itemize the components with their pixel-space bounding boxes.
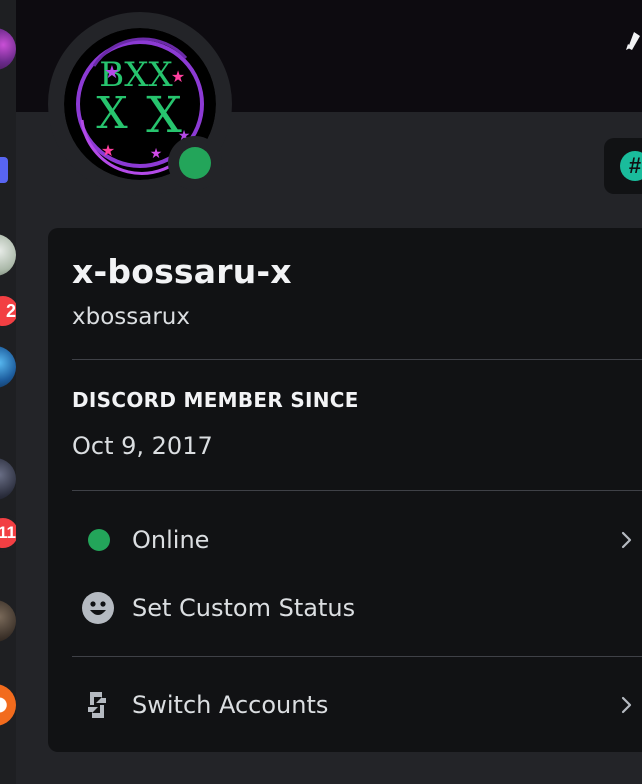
divider <box>72 656 642 657</box>
status-label: Online <box>132 526 210 554</box>
svg-text:X: X <box>96 88 128 139</box>
server-selected-pill <box>0 157 8 183</box>
svg-text:★: ★ <box>171 69 185 86</box>
online-dot-icon <box>88 529 110 551</box>
smiley-icon <box>82 592 114 624</box>
svg-text:★: ★ <box>101 143 115 160</box>
server-notification-badge: 11 <box>0 518 16 548</box>
divider <box>72 359 642 360</box>
chevron-right-icon <box>621 696 632 714</box>
svg-text:★: ★ <box>104 62 120 82</box>
profile-card: x-bossaru-x xbossarux DISCORD MEMBER SIN… <box>48 228 642 752</box>
chevron-right-icon <box>621 531 632 549</box>
member-since-heading: DISCORD MEMBER SINCE <box>72 388 359 412</box>
switch-accounts-label: Switch Accounts <box>132 691 329 719</box>
switch-accounts-item[interactable]: Switch Accounts <box>72 677 642 733</box>
hashtag-badge-icon[interactable]: # <box>620 151 642 181</box>
server-icon-orange[interactable] <box>0 684 16 726</box>
server-icon-purple[interactable] <box>0 28 16 70</box>
app-window: 2 11 BXX X X ★ ★ ★ ★ ★ # x-bossaru-x xbo… <box>0 0 642 784</box>
pencil-icon[interactable] <box>624 26 642 52</box>
set-custom-status-item[interactable]: Set Custom Status <box>72 580 642 636</box>
server-icon-dark[interactable] <box>0 458 16 500</box>
status-menu-item[interactable]: Online <box>72 512 642 568</box>
member-since-date: Oct 9, 2017 <box>72 432 213 460</box>
display-name: x-bossaru-x <box>72 252 292 291</box>
switch-accounts-icon <box>88 692 106 718</box>
divider <box>72 490 642 491</box>
server-rail: 2 11 <box>0 0 16 784</box>
online-status-icon <box>179 147 211 179</box>
profile-popout: BXX X X ★ ★ ★ ★ ★ # x-bossaru-x xbossaru… <box>16 0 642 784</box>
custom-status-label: Set Custom Status <box>132 594 356 622</box>
server-icon-creature[interactable] <box>0 600 16 642</box>
profile-badges: # <box>604 138 642 194</box>
username: xbossarux <box>72 304 190 330</box>
server-icon-blue[interactable] <box>0 346 16 388</box>
server-notification-badge: 2 <box>0 296 16 326</box>
svg-text:★: ★ <box>150 145 163 161</box>
server-icon-ghost[interactable] <box>0 234 16 276</box>
